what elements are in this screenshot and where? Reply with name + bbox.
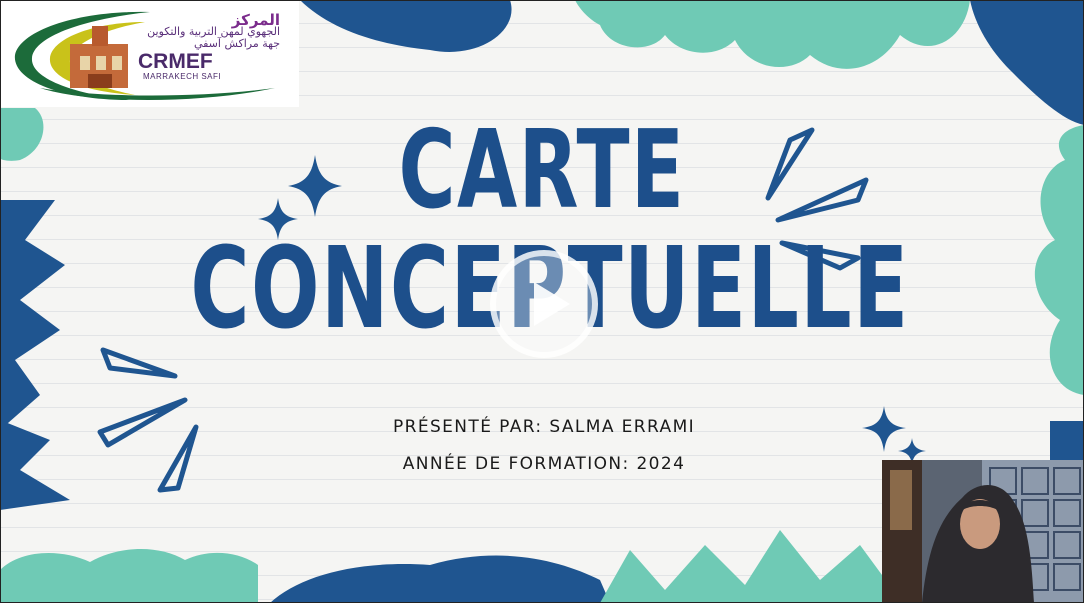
- slide-title-line1: CARTE: [398, 108, 686, 233]
- logo-subtitle: MARRAKECH SAFI: [143, 72, 222, 81]
- triangle-left-2: [97, 397, 188, 448]
- right-dark-square: [1050, 421, 1084, 461]
- top-right-dark-blob: [970, 0, 1084, 125]
- play-button[interactable]: [490, 250, 598, 358]
- right-teal-blob: [1034, 125, 1084, 395]
- top-dark-blob: [300, 0, 512, 52]
- top-teal-waves: [575, 0, 970, 69]
- webcam-overlay: [882, 460, 1084, 603]
- year-text: ANNÉE DE FORMATION: 2024: [402, 454, 686, 474]
- presentation-slide: المركز الجهوي لمهن التربية والتكوين جهة …: [0, 0, 1084, 603]
- logo-arabic-text: المركز الجهوي لمهن التربية والتكوين جهة …: [130, 13, 280, 50]
- logo-name: CRMEF: [138, 50, 213, 73]
- logo-arabic-line3: جهة مراكش آسفي: [193, 37, 280, 50]
- presenter-text: PRÉSENTÉ PAR: SALMA ERRAMI: [392, 417, 696, 437]
- bottom-teal-right: [600, 530, 882, 603]
- play-icon: [534, 282, 570, 326]
- triangle-left-1: [100, 347, 178, 379]
- crmef-logo: المركز الجهوي لمهن التربية والتكوين جهة …: [0, 0, 299, 107]
- triangle-left-3: [157, 424, 199, 493]
- left-zigzag: [0, 200, 65, 430]
- bottom-dark-center: [270, 555, 610, 603]
- sparkle-right-1: [862, 406, 906, 452]
- webcam-video-icon: [882, 460, 1084, 603]
- left-zigzag-2: [0, 420, 70, 510]
- left-teal-blob: [0, 108, 44, 161]
- bottom-teal-left: [0, 548, 258, 603]
